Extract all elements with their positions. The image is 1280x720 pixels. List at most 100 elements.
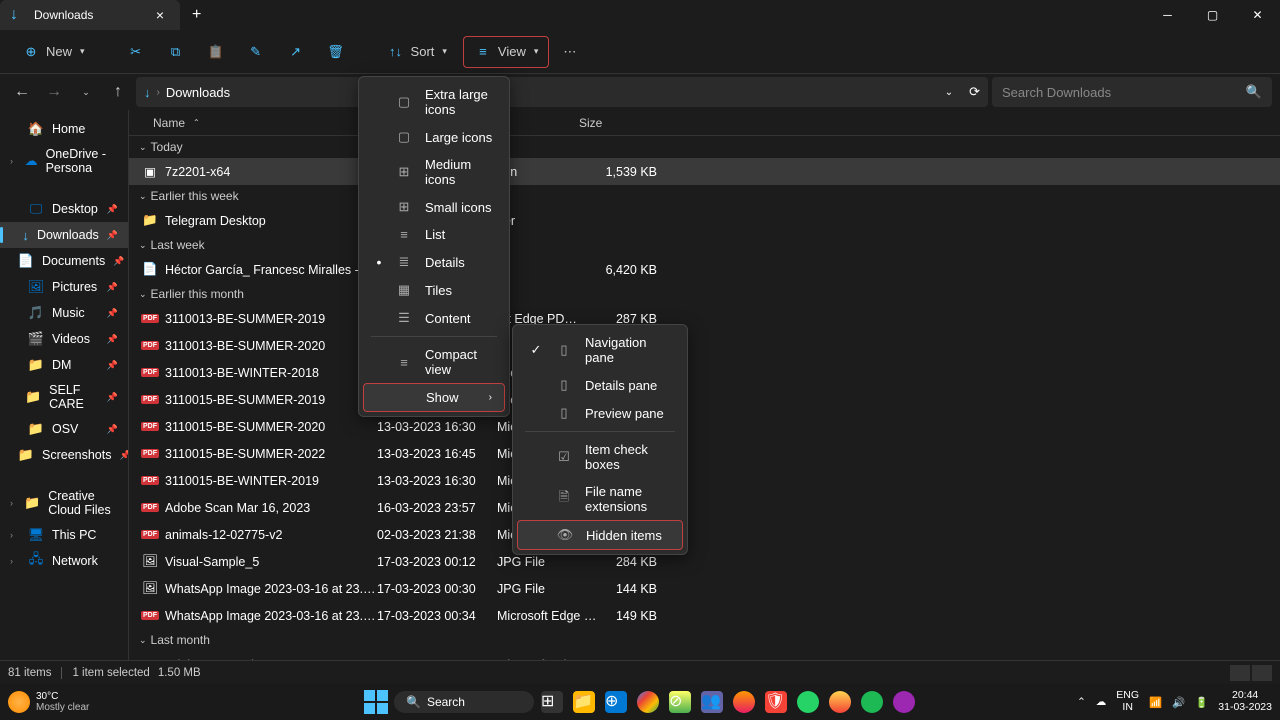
sidebar-item-network[interactable]: ›🖧Network (0, 548, 128, 574)
tray-chevron-icon[interactable]: ⌃ (1077, 696, 1086, 708)
sidebar-item-music[interactable]: 🎵Music📌 (0, 300, 128, 326)
taskbar-app[interactable]: 📁 (570, 688, 598, 716)
file-row[interactable]: PDF3110015-BE-SUMMER-202213-03-2023 16:4… (129, 440, 1280, 467)
menu-item-checkboxes[interactable]: ☑Item check boxes (517, 436, 683, 478)
file-row[interactable]: 📄Héctor García_ Francesc Miralles - Ikig… (129, 256, 1280, 283)
menu-item-navigation-pane[interactable]: ✓▯Navigation pane (517, 329, 683, 371)
menu-item-small[interactable]: ⊞Small icons (363, 193, 505, 221)
column-size[interactable]: Size (579, 116, 649, 130)
taskbar-app[interactable] (634, 688, 662, 716)
view-button[interactable]: ≡View▾ (463, 36, 549, 68)
file-row[interactable]: PDFanimals-12-02775-v202-03-2023 21:38Mi… (129, 521, 1280, 548)
file-row[interactable]: PDF3110015-BE-WINTER-201913-03-2023 16:3… (129, 467, 1280, 494)
menu-item-file-extensions[interactable]: 🗎File name extensions (517, 478, 683, 520)
chevron-right-icon[interactable]: › (10, 498, 16, 508)
taskbar-app[interactable]: ⊞ (538, 688, 566, 716)
close-window-button[interactable]: ✕ (1235, 0, 1280, 30)
history-chevron[interactable]: ⌄ (72, 78, 100, 106)
sidebar-item-dm[interactable]: 📁DM📌 (0, 352, 128, 378)
file-row[interactable]: 🖼Visual-Sample_517-03-2023 00:12JPG File… (129, 548, 1280, 575)
taskbar-app[interactable] (730, 688, 758, 716)
menu-item-tiles[interactable]: ▦Tiles (363, 276, 505, 304)
sidebar-item-ccf[interactable]: ›📁Creative Cloud Files (0, 484, 128, 522)
up-button[interactable]: ↑ (104, 78, 132, 106)
menu-item-extra-large[interactable]: ▢Extra large icons (363, 81, 505, 123)
menu-item-large[interactable]: ▢Large icons (363, 123, 505, 151)
cloud-icon[interactable]: ☁ (1096, 696, 1107, 708)
minimize-button[interactable]: ─ (1145, 0, 1190, 30)
menu-item-compact[interactable]: ≡Compact view (363, 341, 505, 383)
file-row[interactable]: 🖼WhatsApp Image 2023-03-16 at 23.48.0217… (129, 575, 1280, 602)
group-today[interactable]: ⌄Today (129, 136, 1280, 158)
menu-item-list[interactable]: ≡List (363, 221, 505, 248)
cut-button[interactable]: ✂ (119, 37, 153, 67)
sidebar-item-onedrive[interactable]: ›☁OneDrive - Persona (0, 142, 128, 180)
group-last-month[interactable]: ⌄Last month (129, 629, 1280, 651)
taskbar-app[interactable]: ⊘ (666, 688, 694, 716)
menu-item-content[interactable]: ☰Content (363, 304, 505, 332)
taskbar-search[interactable]: 🔍Search (394, 691, 534, 713)
sidebar-item-videos[interactable]: 🎬Videos📌 (0, 326, 128, 352)
menu-item-hidden-items[interactable]: 👁Hidden items (517, 520, 683, 550)
taskbar-app[interactable] (858, 688, 886, 716)
tab-downloads[interactable]: ↓ Downloads × (0, 0, 180, 30)
paste-button[interactable]: 📋 (199, 37, 233, 67)
group-earlier-month[interactable]: ⌄Earlier this month (129, 283, 1280, 305)
back-button[interactable]: ← (8, 78, 36, 106)
refresh-button[interactable]: ⟳ (969, 84, 980, 100)
sidebar-item-downloads[interactable]: ↓Downloads📌 (0, 222, 128, 248)
chevron-right-icon[interactable]: › (10, 156, 17, 166)
taskbar-app[interactable] (826, 688, 854, 716)
taskbar-app[interactable]: ⊕ (602, 688, 630, 716)
more-button[interactable]: ⋯ (555, 38, 584, 66)
menu-item-details-pane[interactable]: ▯Details pane (517, 371, 683, 399)
clock[interactable]: 20:4431-03-2023 (1218, 690, 1272, 713)
file-row[interactable]: PDFWhatsApp Image 2023-03-16 at 23.48.02… (129, 602, 1280, 629)
details-view-toggle[interactable] (1230, 665, 1250, 681)
chevron-down-icon[interactable]: ⌄ (945, 87, 953, 98)
address-bar[interactable]: ↓ › Downloads ⌄ ⟳ (136, 77, 988, 107)
sidebar-item-desktop[interactable]: 🖵Desktop📌 (0, 196, 128, 222)
sidebar-item-documents[interactable]: 📄Documents📌 (0, 248, 128, 274)
search-input[interactable]: Search Downloads 🔍 (992, 77, 1272, 107)
taskbar-app[interactable] (890, 688, 918, 716)
sidebar-item-screenshots[interactable]: 📁Screenshots📌 (0, 442, 128, 468)
thumbnails-view-toggle[interactable] (1252, 665, 1272, 681)
start-button[interactable] (362, 688, 390, 716)
wifi-icon[interactable]: 📶 (1149, 696, 1162, 709)
file-row[interactable]: ▣7z2201-x64tion1,539 KB (129, 158, 1280, 185)
file-row[interactable]: PDF3110013-BE-WINTER-201809-03-2023 11:4… (129, 359, 1280, 386)
copy-button[interactable]: ⧉ (159, 37, 193, 67)
file-row[interactable]: PDFAdobe Scan Mar 16, 202316-03-2023 23:… (129, 494, 1280, 521)
delete-button[interactable]: 🗑 (319, 37, 353, 67)
chevron-right-icon[interactable]: › (10, 530, 20, 540)
battery-icon[interactable]: 🔋 (1195, 696, 1208, 709)
new-tab-button[interactable]: + (180, 6, 213, 24)
file-row[interactable]: PDF3110013-BE-SUMMER-2020 (129, 332, 1280, 359)
chevron-right-icon[interactable]: › (10, 556, 20, 566)
sidebar-item-thispc[interactable]: ›🖥This PC (0, 522, 128, 548)
file-row[interactable]: 📁Telegram Desktopder (129, 207, 1280, 234)
sidebar-item-selfcare[interactable]: 📁SELF CARE📌 (0, 378, 128, 416)
path-segment[interactable]: Downloads (166, 85, 230, 100)
menu-item-details[interactable]: •≣Details (363, 248, 505, 276)
share-button[interactable]: ↗ (279, 37, 313, 67)
sidebar-item-pictures[interactable]: 🖼Pictures📌 (0, 274, 128, 300)
menu-item-medium[interactable]: ⊞Medium icons (363, 151, 505, 193)
menu-item-show[interactable]: Show› (363, 383, 505, 412)
taskbar-app[interactable]: 👥 (698, 688, 726, 716)
maximize-button[interactable]: ▢ (1190, 0, 1235, 30)
language-switcher[interactable]: ENGIN (1116, 690, 1139, 713)
group-earlier-week[interactable]: ⌄Earlier this week (129, 185, 1280, 207)
volume-icon[interactable]: 🔊 (1172, 696, 1185, 709)
menu-item-preview-pane[interactable]: ▯Preview pane (517, 399, 683, 427)
file-row[interactable]: PDF3110013-BE-SUMMER-2019oft Edge PD…287… (129, 305, 1280, 332)
taskbar-app[interactable]: 🛡 (762, 688, 790, 716)
file-row[interactable]: PDF3110015-BE-SUMMER-201913-03-2023 16:3… (129, 386, 1280, 413)
rename-button[interactable]: ✎ (239, 37, 273, 67)
file-row[interactable]: PDF3110015-BE-SUMMER-202013-03-2023 16:3… (129, 413, 1280, 440)
group-last-week[interactable]: ⌄Last week (129, 234, 1280, 256)
taskbar-app[interactable] (794, 688, 822, 716)
close-icon[interactable]: × (150, 5, 170, 25)
column-name[interactable]: Name⌃ (129, 116, 359, 130)
